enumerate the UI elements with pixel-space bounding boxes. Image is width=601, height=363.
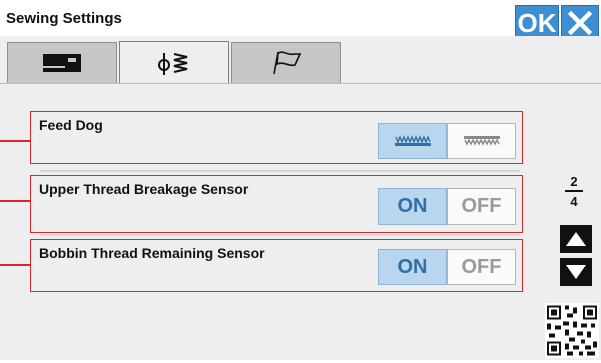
callout-line xyxy=(0,200,30,202)
arrow-down-icon xyxy=(566,265,586,279)
feed-dog-up-icon xyxy=(394,135,431,146)
tab-strip xyxy=(0,36,601,83)
qr-code[interactable] xyxy=(545,303,599,358)
bobbin-thread-toggle: ON OFF xyxy=(378,249,516,285)
flag-icon xyxy=(273,51,302,75)
thread-tension-icon xyxy=(158,52,188,75)
feed-dog-down-icon xyxy=(463,136,500,146)
arrow-up-icon xyxy=(566,232,586,246)
upper-thread-label: Upper Thread Breakage Sensor xyxy=(39,181,249,197)
page-total: 4 xyxy=(570,194,578,209)
title-bar: Sewing Settings xyxy=(0,0,601,36)
tab-divider xyxy=(0,83,601,84)
upper-thread-on-button[interactable]: ON xyxy=(378,188,447,225)
bobbin-thread-on-button[interactable]: ON xyxy=(378,249,447,285)
qr-code-icon xyxy=(547,305,597,356)
page-up-button[interactable] xyxy=(560,225,592,253)
bobbin-thread-row: Bobbin Thread Remaining Sensor ON OFF xyxy=(30,239,523,292)
feed-dog-up-button[interactable] xyxy=(378,123,447,159)
callout-line xyxy=(0,264,30,266)
row-separator xyxy=(40,234,520,236)
upper-thread-off-button[interactable]: OFF xyxy=(447,188,516,225)
bobbin-thread-off-button[interactable]: OFF xyxy=(447,249,516,285)
tab-general[interactable] xyxy=(231,42,341,83)
feed-dog-down-button[interactable] xyxy=(447,123,516,159)
row-separator xyxy=(40,170,520,172)
settings-screen: Sewing Settings OK Feed Dog Upper Thread… xyxy=(0,0,601,360)
tab-machine[interactable] xyxy=(7,42,117,83)
upper-thread-row: Upper Thread Breakage Sensor ON OFF xyxy=(30,175,523,233)
page-current: 2 xyxy=(570,174,578,189)
page-down-button[interactable] xyxy=(560,258,592,286)
window-title: Sewing Settings xyxy=(6,10,122,27)
callout-line xyxy=(0,140,30,142)
feed-dog-row: Feed Dog xyxy=(30,111,523,164)
tab-thread[interactable] xyxy=(119,41,229,83)
feed-dog-toggle xyxy=(378,123,516,159)
close-icon xyxy=(568,11,592,35)
page-fraction-bar xyxy=(565,190,583,192)
feed-dog-label: Feed Dog xyxy=(39,117,103,133)
upper-thread-toggle: ON OFF xyxy=(378,188,516,225)
sewing-machine-icon xyxy=(43,54,81,72)
bobbin-thread-label: Bobbin Thread Remaining Sensor xyxy=(39,245,265,261)
